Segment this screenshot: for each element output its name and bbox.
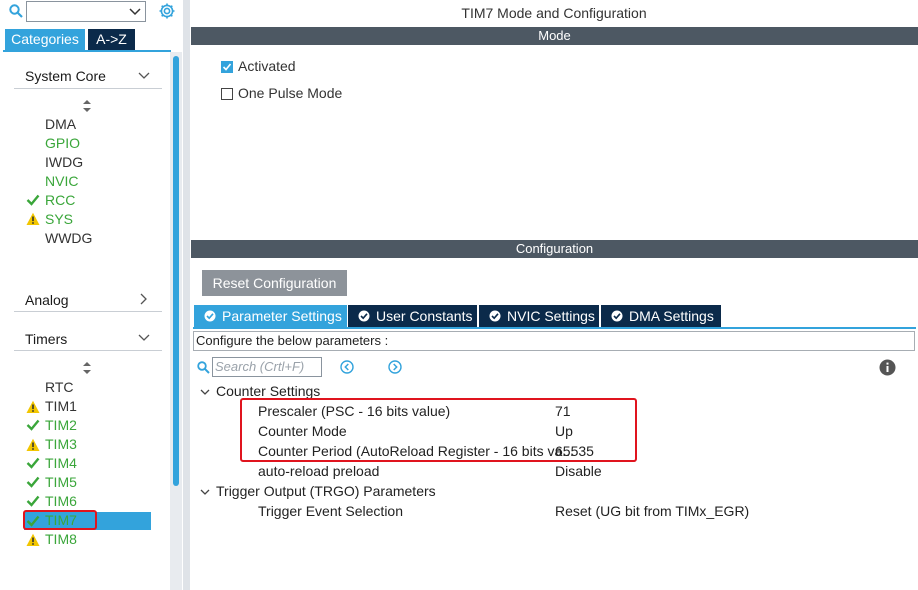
configure-instructions: Configure the below parameters : xyxy=(193,331,915,351)
check-icon xyxy=(26,194,40,206)
sidebar-item-tim2[interactable]: TIM2 xyxy=(45,416,77,435)
check-circle-icon xyxy=(489,310,501,322)
sidebar-item-tim3[interactable]: TIM3 xyxy=(45,435,77,454)
search-combobox[interactable] xyxy=(26,1,146,22)
sidebar-item-tim4[interactable]: TIM4 xyxy=(45,454,77,473)
group-counter-settings[interactable]: Counter Settings xyxy=(216,383,320,399)
one-pulse-mode-checkbox[interactable] xyxy=(221,88,233,100)
tab-label: Parameter Settings xyxy=(222,308,342,324)
configuration-header: Configuration xyxy=(191,240,918,258)
chevron-down-icon[interactable] xyxy=(200,387,210,397)
tab-underline xyxy=(193,327,916,329)
param-value-auto-reload-preload[interactable]: Disable xyxy=(555,463,602,479)
gear-icon[interactable] xyxy=(158,2,176,20)
annotation-red-box xyxy=(23,510,97,530)
group-trigger-output[interactable]: Trigger Output (TRGO) Parameters xyxy=(216,483,436,499)
check-circle-icon xyxy=(611,310,623,322)
sidebar-item-wwdg[interactable]: WWDG xyxy=(45,229,92,248)
tab-underline xyxy=(3,50,171,52)
sidebar-item-gpio[interactable]: GPIO xyxy=(45,134,80,153)
warning-icon xyxy=(26,438,40,451)
check-circle-icon xyxy=(358,310,370,322)
category-analog[interactable]: Analog xyxy=(25,292,69,308)
section-divider xyxy=(14,350,162,351)
sidebar-item-rcc[interactable]: RCC xyxy=(45,191,75,210)
sidebar-item-nvic[interactable]: NVIC xyxy=(45,172,78,191)
tab-parameter-settings[interactable]: Parameter Settings xyxy=(194,305,347,327)
param-name-trigger-event-selection[interactable]: Trigger Event Selection xyxy=(258,503,403,519)
tab-nvic-settings[interactable]: NVIC Settings xyxy=(479,305,599,327)
parameter-search-input[interactable]: Search (Crtl+F) xyxy=(212,357,322,377)
category-timers[interactable]: Timers xyxy=(25,331,67,347)
tab-categories[interactable]: Categories xyxy=(5,29,85,50)
sort-arrows-icon[interactable] xyxy=(82,362,92,374)
tab-label: DMA Settings xyxy=(629,308,714,324)
sidebar-item-tim5[interactable]: TIM5 xyxy=(45,473,77,492)
annotation-red-box xyxy=(240,398,637,462)
sidebar-item-tim8[interactable]: TIM8 xyxy=(45,530,77,549)
param-name-auto-reload-preload[interactable]: auto-reload preload xyxy=(258,463,379,479)
mode-header: Mode xyxy=(191,27,918,45)
check-icon xyxy=(222,63,232,71)
activated-label[interactable]: Activated xyxy=(238,58,296,74)
mode-panel xyxy=(191,46,918,232)
info-icon[interactable] xyxy=(879,359,896,376)
check-icon xyxy=(26,457,40,469)
warning-icon xyxy=(26,400,40,413)
sidebar-item-tim6[interactable]: TIM6 xyxy=(45,492,77,511)
sidebar-item-tim1[interactable]: TIM1 xyxy=(45,397,77,416)
sort-arrows-icon[interactable] xyxy=(82,100,92,112)
sidebar-item-dma[interactable]: DMA xyxy=(45,115,76,134)
sidebar-item-rtc[interactable]: RTC xyxy=(45,378,74,397)
tab-user-constants[interactable]: User Constants xyxy=(348,305,477,327)
one-pulse-mode-label[interactable]: One Pulse Mode xyxy=(238,85,342,101)
check-icon xyxy=(26,495,40,507)
chevron-down-icon[interactable] xyxy=(200,487,210,497)
warning-icon xyxy=(26,533,40,546)
search-icon[interactable] xyxy=(9,4,23,18)
tab-a-z[interactable]: A->Z xyxy=(88,29,135,50)
sidebar-item-iwdg[interactable]: IWDG xyxy=(45,153,83,172)
check-icon xyxy=(26,476,40,488)
section-divider xyxy=(14,311,162,312)
tab-label: User Constants xyxy=(376,308,473,324)
chevron-down-icon[interactable] xyxy=(129,5,141,17)
page-title: TIM7 Mode and Configuration xyxy=(461,5,647,21)
search-icon xyxy=(197,361,210,374)
scrollbar-thumb[interactable] xyxy=(173,56,179,486)
panel-divider[interactable] xyxy=(183,0,190,590)
reset-configuration-button[interactable]: Reset Configuration xyxy=(202,270,347,296)
chevron-right-icon[interactable] xyxy=(139,293,149,305)
section-divider xyxy=(14,88,162,89)
sidebar-item-sys[interactable]: SYS xyxy=(45,210,73,229)
next-match-icon[interactable] xyxy=(388,360,402,374)
category-system-core[interactable]: System Core xyxy=(25,68,106,84)
tab-label: NVIC Settings xyxy=(507,308,595,324)
check-circle-icon xyxy=(204,310,216,322)
activated-checkbox[interactable] xyxy=(221,61,233,73)
tab-dma-settings[interactable]: DMA Settings xyxy=(601,305,721,327)
previous-match-icon[interactable] xyxy=(340,360,354,374)
chevron-down-icon[interactable] xyxy=(138,333,150,343)
warning-icon xyxy=(26,212,40,225)
chevron-down-icon[interactable] xyxy=(138,71,150,81)
param-value-trigger-event-selection[interactable]: Reset (UG bit from TIMx_EGR) xyxy=(555,503,749,519)
check-icon xyxy=(26,419,40,431)
